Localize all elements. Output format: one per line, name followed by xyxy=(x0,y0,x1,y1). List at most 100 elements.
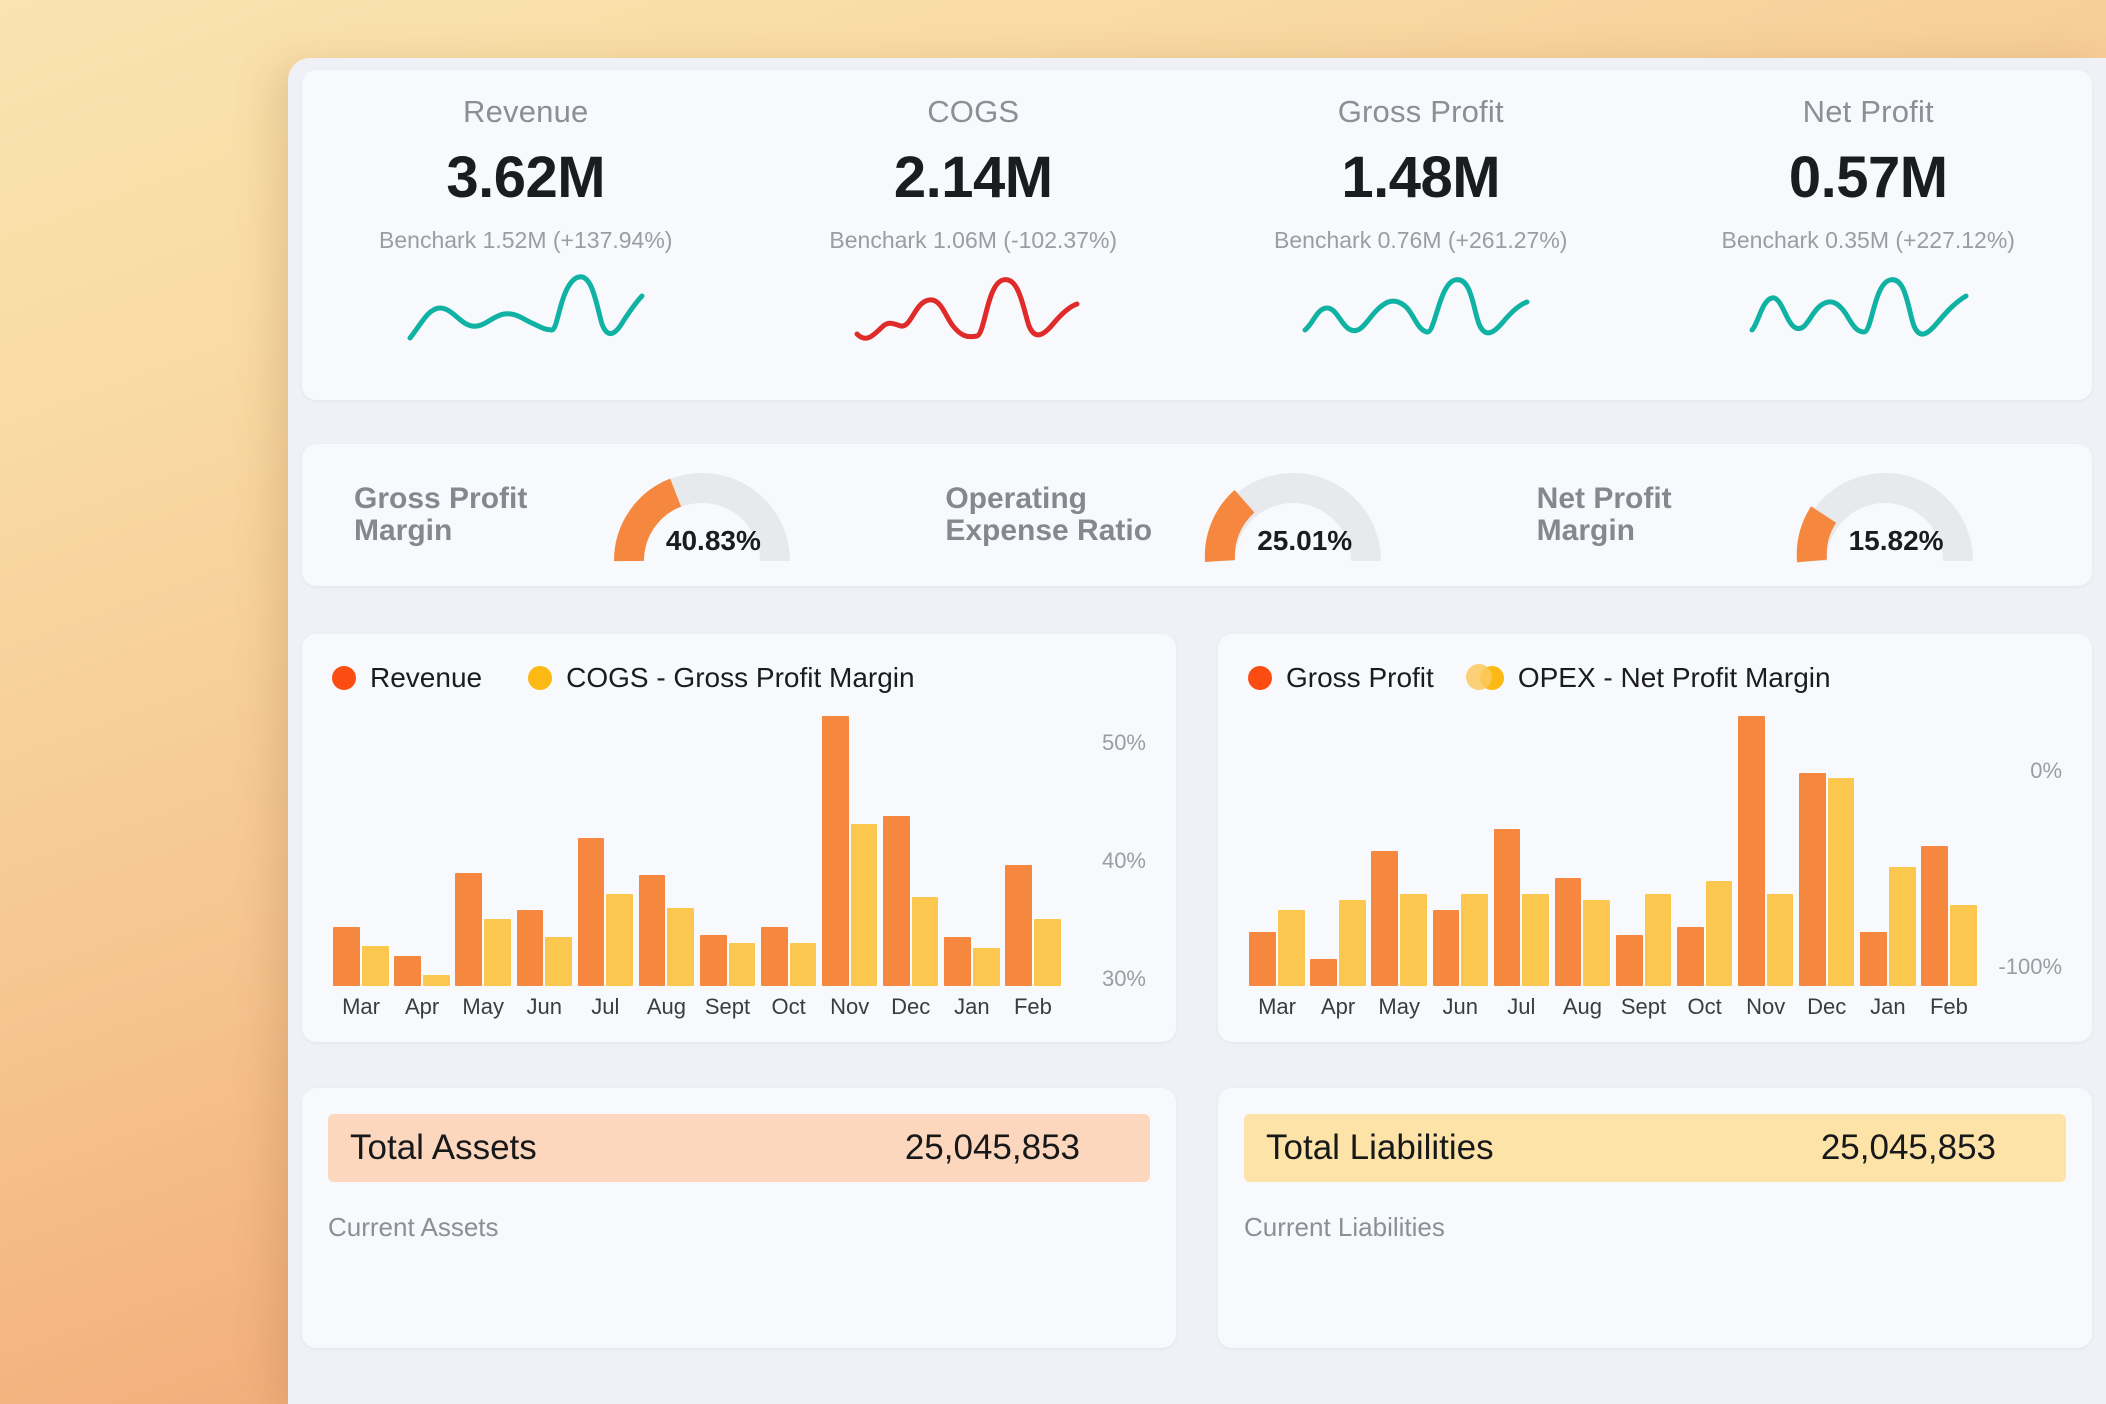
bar-group[interactable]: Aug xyxy=(1553,716,1611,1019)
bar-group[interactable]: Jul xyxy=(576,716,634,1019)
bar-revenue[interactable] xyxy=(638,875,666,986)
y-axis-tick-label: 30% xyxy=(1101,966,1146,991)
gauge-operating-expense-ratio[interactable]: Operating Expense Ratio 25.01% xyxy=(901,463,1492,567)
legend-item[interactable]: COGS - Gross Profit Margin xyxy=(528,662,915,694)
bar-gross-profit[interactable] xyxy=(1676,926,1704,986)
bar-opex[interactable] xyxy=(1339,899,1366,986)
gauge-row: Gross Profit Margin 40.83% Operating Exp… xyxy=(302,444,2092,586)
bar-gross-profit[interactable] xyxy=(1310,959,1338,986)
bar-group[interactable]: Aug xyxy=(637,716,695,1019)
bar-group[interactable]: Jun xyxy=(515,716,573,1019)
bar-opex[interactable] xyxy=(1278,910,1305,986)
x-axis-tick-label: Jan xyxy=(1870,994,1906,1019)
gauge-gross-profit-margin[interactable]: Gross Profit Margin 40.83% xyxy=(310,463,901,567)
bar-group[interactable]: Jun xyxy=(1431,716,1489,1019)
bar-cogs[interactable] xyxy=(911,896,939,986)
bar-cogs[interactable] xyxy=(972,948,1000,986)
bar-group[interactable]: Sept xyxy=(1614,716,1672,1019)
bar-opex[interactable] xyxy=(1827,778,1855,986)
current-assets-label: Current Assets xyxy=(328,1212,499,1242)
bar-opex[interactable] xyxy=(1461,894,1488,986)
bar-revenue[interactable] xyxy=(699,934,727,986)
bar-opex[interactable] xyxy=(1705,880,1733,986)
dashboard-panel: Revenue 3.62M Benchark 1.52M (+137.94%) … xyxy=(288,58,2106,1404)
current-liabilities-label: Current Liabilities xyxy=(1244,1212,1445,1242)
bar-group[interactable]: Nov xyxy=(821,716,879,1019)
bar-revenue[interactable] xyxy=(1005,864,1032,986)
bar-gross-profit[interactable] xyxy=(1554,878,1582,986)
bar-group[interactable]: Oct xyxy=(1676,716,1734,1019)
bar-group[interactable]: Jan xyxy=(943,716,1001,1019)
x-axis-tick-label: Nov xyxy=(830,994,870,1019)
bar-cogs[interactable] xyxy=(1033,918,1061,986)
bar-opex[interactable] xyxy=(1766,894,1794,986)
legend-item[interactable]: Gross Profit xyxy=(1248,662,1434,694)
legend-label: Gross Profit xyxy=(1286,662,1434,693)
bar-group[interactable]: Dec xyxy=(882,716,940,1019)
bar-group[interactable]: May xyxy=(1370,716,1428,1019)
bar-group[interactable]: Feb xyxy=(1920,716,1978,1019)
x-axis-tick-label: Jul xyxy=(591,994,620,1019)
bar-cogs[interactable] xyxy=(423,975,450,986)
bar-cogs[interactable] xyxy=(545,937,572,986)
legend-item[interactable]: Revenue xyxy=(332,662,482,694)
bar-group[interactable]: Apr xyxy=(1309,716,1367,1019)
bar-revenue[interactable] xyxy=(944,937,971,986)
bar-opex[interactable] xyxy=(1949,905,1977,986)
bar-revenue[interactable] xyxy=(760,926,788,986)
bar-group[interactable]: Oct xyxy=(760,716,818,1019)
bar-cogs[interactable] xyxy=(728,942,756,986)
sparkline-chart xyxy=(1301,268,1541,353)
bar-cogs[interactable] xyxy=(850,824,878,986)
x-axis-tick-label: Oct xyxy=(771,994,806,1019)
kpi-card-gross-profit[interactable]: Gross Profit 1.48M Benchark 0.76M (+261.… xyxy=(1197,70,1645,400)
bar-opex[interactable] xyxy=(1888,867,1916,986)
bar-group-container: Mar Apr May Jun Jul Aug Sept Oct Nov Dec Jan Feb xyxy=(1248,716,1978,1026)
bar-cogs[interactable] xyxy=(606,894,634,986)
kpi-card-revenue[interactable]: Revenue 3.62M Benchark 1.52M (+137.94%) xyxy=(302,70,750,400)
bar-group[interactable]: Dec xyxy=(1798,716,1856,1019)
bar-group[interactable]: Jul xyxy=(1492,716,1550,1019)
bar-group[interactable]: Apr xyxy=(393,716,451,1019)
bar-gross-profit[interactable] xyxy=(1921,845,1948,986)
bar-gross-profit[interactable] xyxy=(1371,851,1399,986)
bar-opex[interactable] xyxy=(1644,894,1672,986)
bar-group[interactable]: Nov xyxy=(1737,716,1795,1019)
bar-cogs[interactable] xyxy=(667,907,695,986)
bar-group[interactable]: Mar xyxy=(1248,716,1306,1019)
gauge-net-profit-margin[interactable]: Net Profit Margin 15.82% xyxy=(1493,463,2084,567)
bar-cogs[interactable] xyxy=(789,942,817,986)
legend-item[interactable]: OPEX - Net Profit Margin xyxy=(1479,662,1831,694)
y-axis-tick-label: 50% xyxy=(1101,730,1146,755)
bar-gross-profit[interactable] xyxy=(1493,829,1521,986)
bar-gross-profit[interactable] xyxy=(1432,910,1460,986)
bar-gross-profit[interactable] xyxy=(1799,772,1826,986)
bar-revenue[interactable] xyxy=(883,815,910,986)
bar-opex[interactable] xyxy=(1583,899,1611,986)
x-axis-tick-label: Aug xyxy=(1562,994,1602,1019)
total-liabilities-value: 25,045,853 xyxy=(1820,1128,1996,1167)
bar-revenue[interactable] xyxy=(394,956,422,986)
bar-gross-profit[interactable] xyxy=(1615,934,1643,986)
bar-cogs[interactable] xyxy=(484,918,511,986)
bar-group[interactable]: Mar xyxy=(332,716,390,1019)
bar-gross-profit[interactable] xyxy=(1860,932,1887,986)
bar-revenue[interactable] xyxy=(577,837,605,986)
bar-revenue[interactable] xyxy=(516,910,544,986)
bar-revenue[interactable] xyxy=(455,872,483,986)
x-axis-tick-label: Dec xyxy=(1807,994,1847,1019)
kpi-card-net-profit[interactable]: Net Profit 0.57M Benchark 0.35M (+227.12… xyxy=(1645,70,2093,400)
bar-group[interactable]: May xyxy=(454,716,512,1019)
kpi-benchmark: Benchark 1.52M (+137.94%) xyxy=(379,227,673,253)
bar-revenue[interactable] xyxy=(333,926,361,986)
bar-cogs[interactable] xyxy=(362,945,389,986)
kpi-card-cogs[interactable]: COGS 2.14M Benchark 1.06M (-102.37%) xyxy=(750,70,1198,400)
bar-gross-profit[interactable] xyxy=(1737,716,1765,986)
bar-opex[interactable] xyxy=(1522,894,1550,986)
bar-revenue[interactable] xyxy=(821,716,849,986)
bar-gross-profit[interactable] xyxy=(1249,932,1277,986)
bar-group[interactable]: Feb xyxy=(1004,716,1062,1019)
bar-opex[interactable] xyxy=(1400,894,1427,986)
bar-group[interactable]: Sept xyxy=(698,716,756,1019)
bar-group[interactable]: Jan xyxy=(1859,716,1917,1019)
